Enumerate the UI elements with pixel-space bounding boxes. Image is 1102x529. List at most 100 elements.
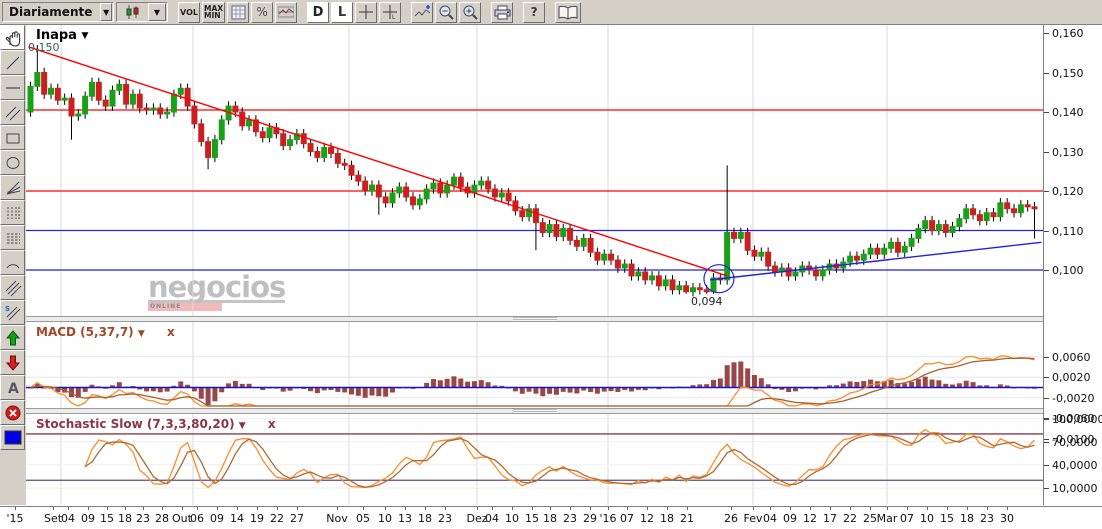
time-axis-label: 10: [920, 512, 934, 525]
axis-tick: [927, 507, 928, 510]
axis-tick-label: 0,110: [1052, 225, 1084, 238]
main-chart-canvas[interactable]: [26, 25, 1043, 316]
delete-tool-icon: [4, 404, 22, 422]
zoom-in-button[interactable]: [459, 2, 481, 23]
axis-tick: [385, 507, 386, 510]
axis-tick: [667, 507, 668, 510]
parallel-lines-tool[interactable]: [0, 100, 25, 125]
arc-tool[interactable]: [0, 250, 25, 275]
axis-tick: [257, 507, 258, 510]
color-swatch[interactable]: [0, 425, 25, 450]
speed-resistance-tool[interactable]: S: [0, 300, 25, 325]
chevron-down-icon[interactable]: ▼: [148, 3, 166, 21]
pan-hand-tool[interactable]: [0, 25, 25, 50]
percent-scale-button[interactable]: %: [251, 2, 273, 23]
toolbar: Diariamente ▼ ▼ VOL MAXMIN % D L L ?: [0, 0, 1102, 25]
axis-tick: [337, 507, 338, 510]
time-axis-label: 15: [100, 512, 114, 525]
axis-tick: [1044, 191, 1049, 192]
log-scale-button[interactable]: L: [331, 2, 353, 23]
axis-tick: [445, 507, 446, 510]
fib-time-zones-tool[interactable]: [0, 200, 25, 225]
chevron-down-icon[interactable]: ▼: [239, 421, 246, 431]
crosshair-data-button[interactable]: L: [379, 2, 401, 23]
time-axis-label: 26: [724, 512, 738, 525]
time-axis-label: 23: [980, 512, 994, 525]
stochastic-close-button[interactable]: x: [268, 417, 276, 431]
arrow-up-marker-tool[interactable]: [0, 325, 25, 350]
speed-lines-tool[interactable]: [0, 275, 25, 300]
axis-tick: [1044, 152, 1049, 153]
axis-tick: [1044, 231, 1049, 232]
help-label: ?: [531, 5, 538, 19]
axis-tick: [162, 507, 163, 510]
fib-retracement-tool[interactable]: [0, 225, 25, 250]
period-dropdown[interactable]: Diariamente ▼: [2, 2, 114, 22]
zoom-in-icon: [462, 4, 478, 20]
axis-tick: [1044, 33, 1049, 34]
period-dropdown-value: Diariamente: [3, 5, 100, 19]
fan-lines-tool-icon: [4, 179, 22, 197]
line-chart-icon: [278, 5, 294, 19]
text-tool[interactable]: A: [0, 375, 25, 400]
axis-tick: [967, 507, 968, 510]
volume-button[interactable]: VOL: [178, 2, 200, 23]
macd-panel-title: MACD (5,37,7) ▼ x: [36, 325, 175, 339]
time-axis-label: 18: [543, 512, 557, 525]
axis-tick: [830, 507, 831, 510]
max-min-button[interactable]: MAXMIN: [202, 2, 225, 23]
axis-tick: [870, 507, 871, 510]
documentation-button[interactable]: [555, 2, 581, 23]
time-axis-label: 29: [583, 512, 597, 525]
axis-tick: [770, 507, 771, 510]
axis-tick-label: 40,0000: [1052, 459, 1098, 472]
axis-tick-label: 0,120: [1052, 185, 1084, 198]
axis-tick: [1044, 488, 1049, 489]
help-button[interactable]: ?: [523, 2, 545, 23]
macd-close-button[interactable]: x: [167, 325, 175, 339]
time-axis-label: 04: [485, 512, 499, 525]
axis-tick: [887, 507, 888, 510]
time-axis-label: Set: [44, 512, 62, 525]
fib-retracement-tool-icon: [4, 229, 22, 247]
pan-hand-tool-icon: [4, 29, 22, 47]
grid-toggle-button[interactable]: [227, 2, 249, 23]
crosshair-button[interactable]: [355, 2, 377, 23]
ellipse-tool[interactable]: [0, 150, 25, 175]
print-button[interactable]: [491, 2, 513, 23]
chevron-down-icon[interactable]: ▼: [81, 31, 88, 41]
arrow-down-marker-tool[interactable]: [0, 350, 25, 375]
axis-tick: [810, 507, 811, 510]
time-axis-label: 18: [960, 512, 974, 525]
trendline-tool[interactable]: [0, 50, 25, 75]
rectangle-tool[interactable]: [0, 125, 25, 150]
indicator-window-button[interactable]: [275, 2, 297, 23]
time-axis-label: Fev: [743, 512, 762, 525]
macd-title-text: MACD (5,37,7): [36, 325, 134, 339]
axis-tick: [947, 507, 948, 510]
zoom-out-button[interactable]: [435, 2, 457, 23]
chevron-down-icon[interactable]: ▼: [138, 329, 145, 339]
horizontal-line-tool[interactable]: [0, 75, 25, 100]
axis-tick: [88, 507, 89, 510]
time-axis-label: 13: [398, 512, 412, 525]
axis-tick: [1044, 357, 1049, 358]
chevron-down-icon[interactable]: ▼: [100, 3, 112, 21]
axis-tick: [1044, 377, 1049, 378]
axis-tick-label: 10,0000: [1052, 482, 1098, 495]
axis-tick: [731, 507, 732, 510]
time-axis-label: Nov: [326, 512, 347, 525]
chart-type-dropdown[interactable]: ▼: [116, 2, 168, 22]
add-study-button[interactable]: [411, 2, 433, 23]
delete-tool[interactable]: [0, 400, 25, 425]
daily-button[interactable]: D: [307, 2, 329, 23]
time-axis-label: 17: [823, 512, 837, 525]
splitter-grip-icon: [513, 317, 557, 321]
macd-panel-canvas[interactable]: [26, 322, 1043, 408]
fan-lines-tool[interactable]: [0, 175, 25, 200]
time-axis-label: 06: [190, 512, 204, 525]
time-axis-label: '16: [599, 512, 616, 525]
axis-tick-label: 0,130: [1052, 146, 1084, 159]
axis-tick: [1044, 419, 1049, 420]
axis-tick: [15, 507, 16, 510]
